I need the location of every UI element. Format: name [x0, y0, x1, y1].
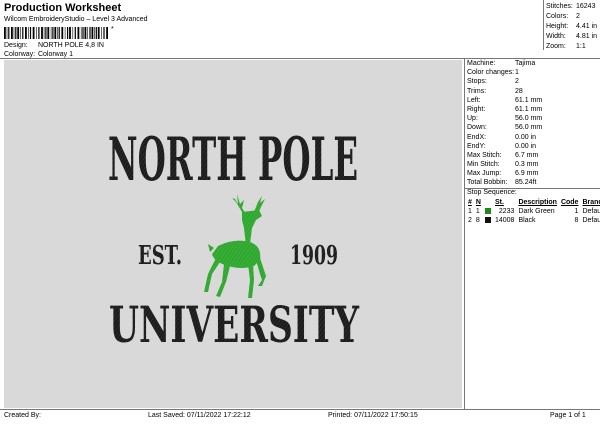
barcode-text: *	[111, 26, 114, 33]
stat-max-stitch: Max Stitch: 6.7 mm	[467, 151, 539, 159]
stats-divider	[543, 0, 544, 50]
colorway-row: Colorway: Colorway 1	[4, 51, 73, 58]
software-name: Wilcom EmbroideryStudio – Level 3 Advanc…	[4, 16, 148, 23]
stat-zoom: Zoom: 1:1	[546, 43, 586, 50]
design-preview: NORTH POLE EST. 1909 UNIVERSITY	[4, 60, 462, 408]
stat-height: Height: 4.41 in	[546, 23, 598, 30]
stat-max-jump: Max Jump: 6.9 mm	[467, 170, 539, 178]
col-code: Code	[560, 199, 579, 206]
worksheet-title: Production Worksheet	[4, 2, 122, 14]
design-label: Design:	[4, 42, 28, 49]
top-stats: Stitches: 16243 Colors: 2 Height: 4.41 in W…	[546, 2, 597, 52]
stat-width: Width: 4.81 in	[546, 33, 598, 40]
stat-up: Up: 56.0 mm	[467, 115, 543, 123]
machine-stats: Machine: Tajima Color changes:1 Stops: 2 T…	[467, 59, 597, 188]
artwork-year: 1909	[290, 241, 338, 271]
artwork-line2: UNIVERSITY	[109, 295, 360, 354]
stat-color-changes: Color changes:1	[467, 69, 519, 77]
stop-sequence-label: Stop Sequence:	[467, 189, 517, 196]
colorway-label: Colorway:	[4, 51, 36, 58]
footer-divider	[0, 409, 600, 410]
table-row: 1 1 2233 Dark Green 1 Default	[468, 207, 600, 215]
colorway-value: Colorway 1	[37, 51, 73, 58]
stat-min-stitch: Min Stitch: 0.3 mm	[467, 161, 539, 169]
stat-colors: Colors: 2	[546, 13, 580, 20]
stat-machine: Machine: Tajima	[467, 60, 536, 67]
col-needle: N	[475, 199, 481, 206]
footer-printed: Printed: 07/11/2022 17:50:15	[328, 412, 418, 419]
barcode	[4, 27, 108, 39]
deer-icon	[204, 194, 266, 298]
stat-trims: Trims: 28	[467, 87, 523, 95]
footer-page: Page 1 of 1	[550, 412, 586, 419]
col-stitches: St.	[494, 199, 504, 206]
stat-left: Left: 61.1 mm	[467, 96, 543, 104]
col-number: #	[468, 199, 472, 206]
table-header: # N St. Description Code Brand	[466, 198, 600, 207]
stat-endy: EndY: 0.00 in	[467, 142, 537, 150]
stat-right: Right: 61.1 mm	[467, 105, 543, 113]
stat-total-bobbin: Total Bobbin: 85.24ft	[467, 179, 537, 187]
stat-stitches: Stitches: 16243	[546, 3, 596, 10]
footer-last-saved: Last Saved: 07/11/2022 17:22:12	[148, 412, 251, 419]
panel-divider	[464, 59, 465, 409]
col-description: Description	[518, 199, 557, 206]
design-value: NORTH POLE 4,8 IN	[37, 42, 104, 49]
col-brand: Brand	[582, 199, 600, 206]
artwork-est: EST.	[138, 241, 182, 271]
color-swatch	[484, 216, 491, 223]
col-swatch	[483, 198, 493, 207]
stat-down: Down: 56.0 mm	[467, 124, 543, 132]
stop-sequence-table: # N St. Description Code Brand 1 1 2233 …	[466, 198, 600, 225]
stat-endx: EndX: 0.00 in	[467, 133, 537, 141]
artwork-line1: NORTH POLE	[108, 125, 358, 195]
stat-stops: Stops: 2	[467, 78, 519, 86]
footer-created-by: Created By:	[4, 412, 41, 419]
color-swatch	[484, 207, 491, 214]
design-row: Design: NORTH POLE 4,8 IN	[4, 42, 104, 49]
table-row: 2 8 14008 Black 8 Default	[468, 216, 600, 224]
